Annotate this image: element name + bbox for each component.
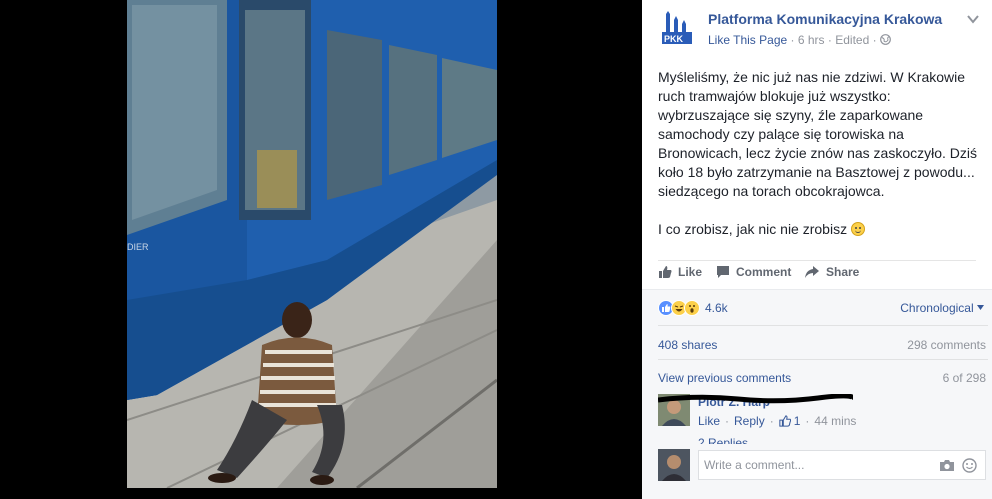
user-avatar-image <box>658 449 690 481</box>
meta-separator: · <box>827 33 832 47</box>
page-logo[interactable]: PKK <box>658 10 698 50</box>
comment-like-link[interactable]: Like <box>698 414 720 428</box>
comment-bubble-icon <box>717 266 729 278</box>
post-photo[interactable]: DIER <box>127 0 497 488</box>
view-previous-comments-link[interactable]: View previous comments <box>658 371 791 385</box>
share-button[interactable]: Share <box>804 265 859 279</box>
comment-sort-dropdown[interactable]: Chronological <box>900 301 984 315</box>
post-paragraph-text: I co zrobisz, jak nic nie zrobisz <box>658 221 848 237</box>
comment-like-count[interactable]: 1 <box>794 414 801 428</box>
caret-down-icon <box>977 305 984 310</box>
comment-actions: Like · Reply · 1 · 44 mins <box>698 414 856 428</box>
post-side-panel: PKK Platforma Komunikacyjna Krakowa Like… <box>642 0 992 499</box>
comment-item: Piotr Z. Harp Like · Reply · 1 · 44 mins <box>658 392 988 432</box>
photo-viewer: DIER <box>0 0 642 499</box>
cathedral-logo-icon: PKK <box>662 11 692 44</box>
redaction-scribble <box>658 394 853 404</box>
post-paragraph: I co zrobisz, jak nic nie zrobisz <box>658 220 988 239</box>
post-time[interactable]: 6 hrs <box>798 33 825 47</box>
wow-reaction-icon <box>684 300 700 316</box>
thumbs-up-icon <box>659 266 672 278</box>
share-arrow-icon <box>805 266 819 278</box>
tram-photo-illustration: DIER <box>127 0 497 488</box>
reaction-count[interactable]: 4.6k <box>705 301 728 315</box>
post-header: PKK Platforma Komunikacyjna Krakowa Like… <box>658 10 988 52</box>
comment-reply-link[interactable]: Reply <box>734 414 765 428</box>
replies-link[interactable]: 2 Replies <box>698 436 748 444</box>
svg-text:DIER: DIER <box>127 242 149 252</box>
svg-text:PKK: PKK <box>664 34 684 44</box>
emoji-icon[interactable] <box>962 458 977 473</box>
divider <box>658 325 988 326</box>
comment-button[interactable]: Comment <box>716 265 791 279</box>
like-button[interactable]: Like <box>658 265 702 279</box>
chevron-down-icon[interactable] <box>966 13 980 25</box>
comments-pager: 6 of 298 <box>942 371 986 385</box>
shares-count-link[interactable]: 408 shares <box>658 338 717 352</box>
comment-input-box[interactable] <box>698 450 986 480</box>
like-page-link[interactable]: Like This Page <box>708 33 787 47</box>
camera-icon[interactable] <box>939 459 955 472</box>
post-paragraph: Myśleliśmy, że nic już nas nie zdziwi. W… <box>658 69 978 199</box>
post-meta: Like This Page · 6 hrs · Edited · <box>708 33 891 47</box>
action-separator: · <box>769 414 774 428</box>
smile-emoji-icon <box>850 222 865 236</box>
comment-sort-label: Chronological <box>900 301 974 315</box>
avatar <box>658 449 690 481</box>
action-separator: · <box>725 414 730 428</box>
edited-label[interactable]: Edited <box>835 33 869 47</box>
meta-separator: · <box>872 33 877 47</box>
page-name-link[interactable]: Platforma Komunikacyjna Krakowa <box>708 11 942 27</box>
reactions-summary[interactable]: 4.6k <box>658 297 728 319</box>
thumbs-up-icon[interactable] <box>779 415 791 427</box>
comments-count-link[interactable]: 298 comments <box>907 338 986 352</box>
like-button-label: Like <box>678 265 703 279</box>
divider <box>658 359 988 360</box>
comment-composer <box>658 449 988 483</box>
comment-input[interactable] <box>704 458 929 472</box>
share-button-label: Share <box>826 265 860 279</box>
action-separator: · <box>805 414 810 428</box>
post-actions: Like Comment Share <box>658 260 976 290</box>
post-body: Myśleliśmy, że nic już nas nie zdziwi. W… <box>658 68 988 258</box>
comment-button-label: Comment <box>736 265 792 279</box>
globe-icon[interactable] <box>880 34 891 45</box>
meta-separator: · <box>790 33 795 47</box>
comment-time[interactable]: 44 mins <box>814 414 856 428</box>
